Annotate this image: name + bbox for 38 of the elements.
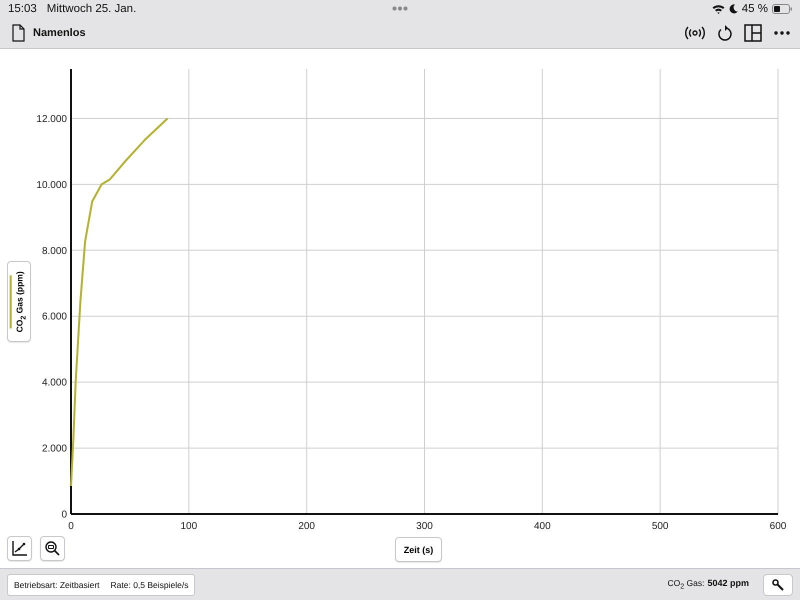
- clock-time: 15:03: [8, 3, 37, 15]
- more-icon[interactable]: [774, 31, 790, 35]
- reading-value: 5042 ppm: [707, 578, 749, 588]
- reading-label: CO$_{2}$ Gas:: [667, 578, 704, 591]
- wifi-icon: [712, 4, 725, 14]
- tick-label: 0: [61, 510, 67, 520]
- multitasking-icon[interactable]: [392, 6, 408, 11]
- battery-percentage: 45 %: [742, 3, 768, 15]
- x-axis-button[interactable]: Zeit (s): [395, 537, 442, 562]
- settings-button[interactable]: [763, 574, 793, 596]
- layout-icon[interactable]: [744, 24, 762, 42]
- tick-label: 400: [534, 521, 551, 532]
- rate-text: Rate: 0,5 Beispiele/s: [110, 580, 188, 590]
- tick-label: 12.000: [36, 114, 67, 125]
- chart-icon: [12, 541, 27, 556]
- tick-label: 6.000: [42, 312, 67, 323]
- tick-label: 10.000: [36, 180, 67, 191]
- mode-text: Betriebsart: Zeitbasiert: [14, 580, 100, 590]
- tick-label: 300: [416, 521, 433, 532]
- zoom-icon: [45, 541, 60, 556]
- document-title: Namenlos: [33, 27, 86, 39]
- date-text: Mittwoch 25. Jan.: [46, 3, 136, 15]
- tick-label: 4.000: [42, 378, 67, 389]
- zoom-button[interactable]: [40, 536, 65, 561]
- tick-label: 100: [180, 521, 198, 532]
- graph-options-button[interactable]: [7, 536, 32, 561]
- tick-label: 500: [652, 521, 668, 532]
- wrench-icon: [772, 578, 784, 590]
- tick-label: 600: [770, 521, 786, 532]
- tick-label: 0: [68, 521, 74, 532]
- broadcast-icon[interactable]: [685, 26, 705, 40]
- moon-icon: [728, 4, 738, 14]
- rotate-icon[interactable]: [717, 25, 732, 41]
- tick-label: 2.000: [42, 444, 67, 455]
- tick-label: 200: [298, 521, 315, 532]
- battery-icon: [772, 4, 792, 14]
- document-icon[interactable]: [12, 24, 25, 42]
- tick-label: 8.000: [42, 246, 67, 257]
